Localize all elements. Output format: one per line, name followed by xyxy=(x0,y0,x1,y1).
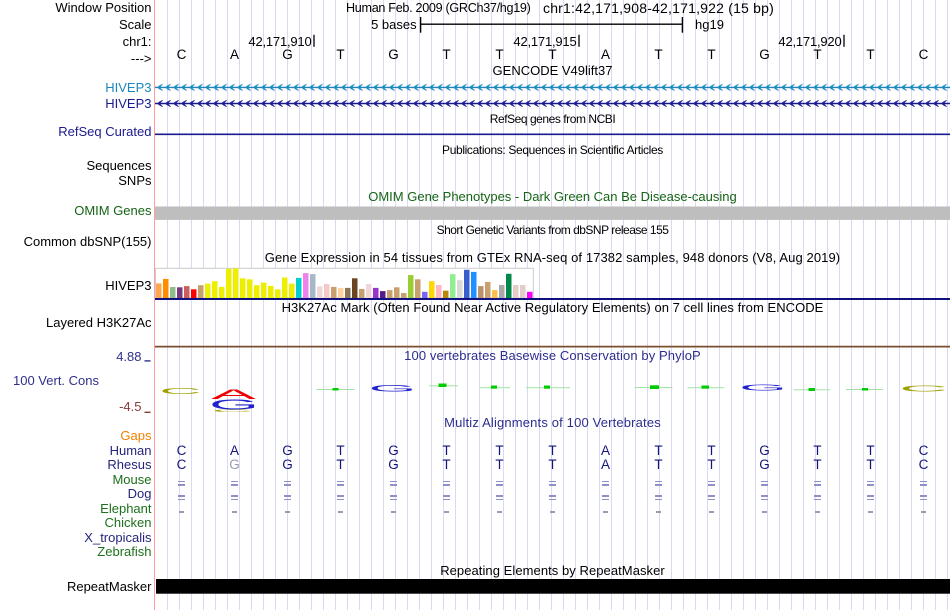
svg-text:C: C xyxy=(212,409,253,413)
svg-text:G: G xyxy=(739,383,787,392)
svg-text:G: G xyxy=(369,383,417,393)
svg-text:C: C xyxy=(899,384,948,393)
svg-text:C: C xyxy=(159,386,201,395)
